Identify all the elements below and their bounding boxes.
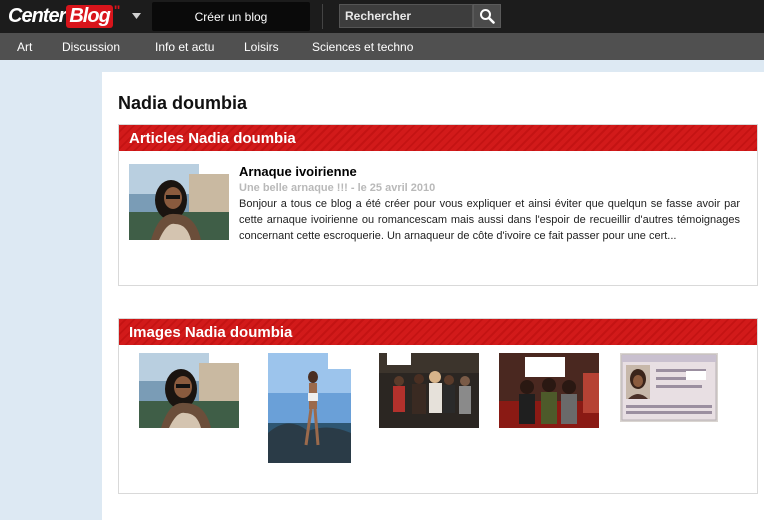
nav-item-sciences-et-techno[interactable]: Sciences et techno <box>312 40 413 54</box>
nav-item-info-et-actu[interactable]: Info et actu <box>155 40 214 54</box>
article-thumbnail[interactable] <box>129 164 229 240</box>
image-thumbnail[interactable] <box>499 353 599 428</box>
articles-section: Articles Nadia doumbia Arnaque ivoirienn… <box>118 124 758 286</box>
page-title: Nadia doumbia <box>118 93 248 113</box>
top-bar: Center Blog " Créer un blog Rechercher <box>0 0 764 33</box>
centerblog-logo[interactable]: Center Blog " <box>8 2 121 29</box>
article-title-link[interactable]: Arnaque ivoirienne <box>239 164 357 179</box>
article-meta: Une belle arnaque !!! - le 25 avril 2010 <box>239 182 436 194</box>
images-heading: Images Nadia doumbia <box>119 319 757 345</box>
category-nav: Art Discussion Info et actu Loisirs Scie… <box>0 33 764 60</box>
logo-center-text: Center <box>8 4 66 27</box>
nav-item-art[interactable]: Art <box>17 40 32 54</box>
divider <box>322 4 323 29</box>
logo-tick: " <box>113 2 121 18</box>
articles-heading: Articles Nadia doumbia <box>119 125 757 151</box>
image-thumbnail[interactable] <box>379 353 479 428</box>
search-button[interactable] <box>473 4 501 28</box>
logo-blog-text: Blog <box>66 4 113 28</box>
search-input[interactable]: Rechercher <box>339 4 473 28</box>
create-blog-button[interactable]: Créer un blog <box>152 2 310 31</box>
image-thumbnail[interactable] <box>139 353 239 428</box>
nav-item-loisirs[interactable]: Loisirs <box>244 40 279 54</box>
search-icon <box>480 9 495 24</box>
chevron-down-icon[interactable] <box>129 9 143 23</box>
nav-item-discussion[interactable]: Discussion <box>62 40 120 54</box>
image-thumbnail[interactable] <box>268 353 351 463</box>
image-thumbnail[interactable] <box>620 353 718 422</box>
article-excerpt: Bonjour a tous ce blog a été créer pour … <box>239 198 740 242</box>
